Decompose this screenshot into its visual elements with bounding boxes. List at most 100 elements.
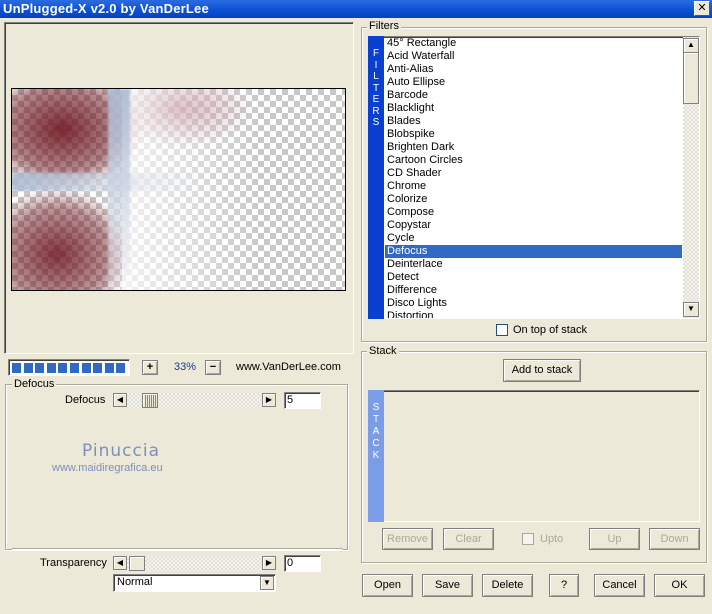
filter-list-item[interactable]: Brighten Dark	[385, 141, 682, 154]
progress-segment	[81, 363, 91, 373]
remove-button[interactable]: Remove	[382, 528, 433, 550]
tab-letter: K	[372, 450, 380, 461]
title-bar: UnPlugged-X v2.0 by VanDerLee ✕	[0, 0, 712, 18]
filter-list-item[interactable]: Anti-Alias	[385, 63, 682, 76]
filter-list-item[interactable]: Blades	[385, 115, 682, 128]
up-button[interactable]: Up	[589, 528, 640, 550]
tab-letter: S	[372, 117, 380, 128]
filter-list-item[interactable]: Difference	[385, 284, 682, 297]
filter-list-item[interactable]: Chrome	[385, 180, 682, 193]
filter-list: 45° Rectangle Acid Waterfall Anti-Alias Aut…	[385, 37, 682, 318]
filter-list-item[interactable]: 45° Rectangle	[385, 37, 682, 50]
progress-segment	[70, 363, 79, 373]
filter-list-item[interactable]: Blobspike	[385, 128, 682, 141]
blend-mode-value: Normal	[117, 576, 153, 588]
tab-letter: L	[373, 71, 379, 82]
tab-letter: S	[372, 402, 380, 413]
watermark-site: www.maidiregrafica.eu	[52, 462, 163, 474]
transparency-decrease-button[interactable]: ◀	[113, 556, 127, 570]
stack-listbox[interactable]	[368, 390, 700, 522]
divider-line	[12, 548, 343, 550]
filter-list-item[interactable]: Barcode	[385, 89, 682, 102]
right-arrow-icon: ▶	[265, 395, 273, 404]
filter-list-item[interactable]: Cycle	[385, 232, 682, 245]
up-arrow-icon: ▲	[687, 40, 695, 49]
stack-group-label: Stack	[367, 345, 399, 357]
filter-list-item[interactable]: Disco Lights	[385, 297, 682, 310]
tab-letter: T	[372, 414, 380, 425]
help-button[interactable]: ?	[549, 574, 579, 597]
delete-button[interactable]: Delete	[482, 574, 533, 597]
zoom-in-button[interactable]: +	[142, 360, 158, 375]
open-button[interactable]: Open	[362, 574, 413, 597]
window-title: UnPlugged-X v2.0 by VanDerLee	[3, 1, 209, 16]
filter-list-item[interactable]: Colorize	[385, 193, 682, 206]
filter-list-item[interactable]: Distortion	[385, 310, 682, 318]
website-link[interactable]: www.VanDerLee.com	[236, 361, 341, 373]
filters-group-label: Filters	[367, 20, 401, 32]
down-arrow-icon: ▼	[687, 304, 695, 313]
defocus-slider-thumb[interactable]	[142, 393, 158, 408]
on-top-checkbox[interactable]	[496, 324, 508, 336]
tab-letter: F	[372, 48, 380, 59]
ok-button[interactable]: OK	[654, 574, 705, 597]
down-button[interactable]: Down	[649, 528, 700, 550]
filter-list-item[interactable]: CD Shader	[385, 167, 682, 180]
right-arrow-icon: ▶	[265, 558, 273, 567]
upto-checkbox[interactable]	[522, 533, 534, 545]
transparency-increase-button[interactable]: ▶	[262, 556, 276, 570]
zoom-level: 33%	[173, 361, 197, 373]
clear-button[interactable]: Clear	[443, 528, 494, 550]
progress-segment	[12, 363, 21, 373]
tab-letter: I	[374, 59, 378, 71]
transparency-slider-thumb[interactable]	[129, 556, 145, 571]
filter-list-item[interactable]: Acid Waterfall	[385, 50, 682, 63]
left-arrow-icon: ◀	[116, 558, 124, 567]
tab-letter: E	[372, 94, 380, 105]
scroll-up-button[interactable]: ▲	[683, 38, 699, 53]
transparency-value-field[interactable]: 0	[284, 555, 321, 572]
defocus-decrease-button[interactable]: ◀	[113, 393, 127, 407]
tab-letter: T	[372, 82, 380, 94]
progress-segment	[93, 363, 103, 373]
progress-segment	[104, 363, 114, 373]
filter-list-item[interactable]: Deinterlace	[385, 258, 682, 271]
save-button[interactable]: Save	[422, 574, 473, 597]
filter-list-item[interactable]: Auto Ellipse	[385, 76, 682, 89]
progress-bar	[8, 359, 130, 376]
filter-list-item[interactable]: Cartoon Circles	[385, 154, 682, 167]
stack-vertical-tab: STACK	[368, 390, 384, 522]
filter-list-item[interactable]: Copystar	[385, 219, 682, 232]
close-button[interactable]: ✕	[694, 1, 710, 16]
on-top-label: On top of stack	[513, 324, 587, 336]
left-arrow-icon: ◀	[116, 395, 124, 404]
tab-letter: A	[372, 426, 380, 437]
transparency-slider[interactable]	[127, 556, 262, 571]
scroll-down-button[interactable]: ▼	[683, 302, 699, 317]
tab-letter: R	[372, 105, 380, 117]
filter-list-item[interactable]: Detect	[385, 271, 682, 284]
defocus-label: Defocus	[65, 394, 106, 406]
filter-list-item[interactable]: Defocus	[385, 245, 682, 258]
dropdown-arrow-icon[interactable]: ▼	[260, 576, 274, 590]
progress-segment	[23, 363, 33, 373]
cancel-button[interactable]: Cancel	[594, 574, 645, 597]
upto-label: Upto	[540, 533, 564, 545]
add-to-stack-button[interactable]: Add to stack	[503, 359, 581, 382]
tab-letter: C	[372, 438, 380, 449]
defocus-increase-button[interactable]: ▶	[262, 393, 276, 407]
parameters-group-label: Defocus	[12, 378, 57, 390]
transparency-label: Transparency	[40, 557, 107, 569]
progress-segment	[35, 363, 45, 373]
filters-vertical-tab: FILTERS	[368, 36, 384, 319]
preview-image[interactable]	[11, 88, 346, 291]
watermark-name: Pinuccia	[82, 441, 160, 461]
zoom-out-button[interactable]: −	[205, 360, 221, 375]
filter-list-item[interactable]: Blacklight	[385, 102, 682, 115]
defocus-value-field[interactable]: 5	[284, 392, 321, 409]
filter-list-item[interactable]: Compose	[385, 206, 682, 219]
scroll-thumb[interactable]	[683, 52, 699, 104]
blend-mode-select[interactable]: Normal ▼	[113, 574, 276, 592]
progress-segment	[116, 363, 126, 373]
progress-segment	[58, 363, 68, 373]
